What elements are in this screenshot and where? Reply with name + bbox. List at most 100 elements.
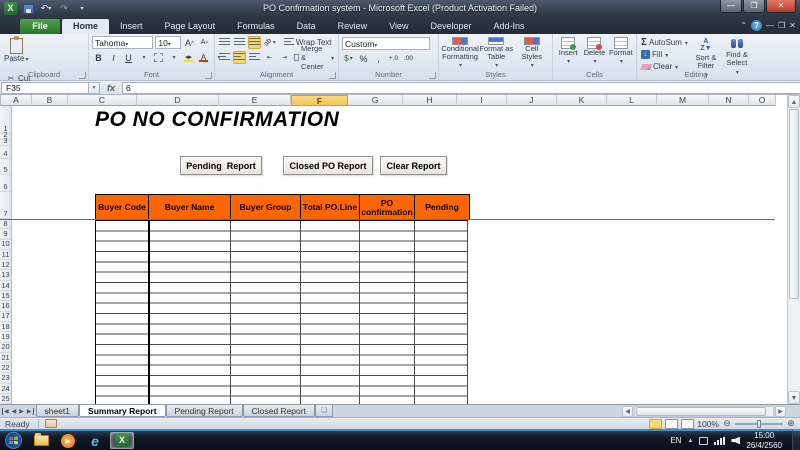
page-layout-view-icon[interactable] xyxy=(665,419,678,429)
insert-cells-button[interactable]: Insert xyxy=(556,36,580,70)
delete-cells-button[interactable]: Delete xyxy=(582,36,606,70)
zoom-slider[interactable] xyxy=(735,423,783,425)
minimize-button[interactable]: — xyxy=(720,0,742,13)
column-header[interactable]: O xyxy=(749,95,776,106)
page-break-view-icon[interactable] xyxy=(681,419,694,429)
name-box-dropdown-icon[interactable]: ▾ xyxy=(89,82,100,94)
horizontal-scrollbar[interactable]: ◀ ▶ xyxy=(622,405,800,417)
po-table-header-cell[interactable]: Buyer Group xyxy=(231,195,301,220)
po-table-header-cell[interactable]: Total PO.Line xyxy=(301,195,360,220)
percent-style-button[interactable]: % xyxy=(357,52,370,65)
sheet-tab[interactable]: Summary Report xyxy=(79,405,166,417)
taskbar-explorer-button[interactable] xyxy=(29,432,53,449)
bottom-align-button[interactable] xyxy=(248,36,261,49)
paste-button[interactable]: Paste xyxy=(3,36,29,71)
row-header[interactable]: 17 xyxy=(0,312,11,322)
increase-indent-button[interactable]: ⇥ xyxy=(278,51,291,64)
next-sheet-icon[interactable]: ▶ xyxy=(19,408,24,415)
scroll-left-icon[interactable]: ◀ xyxy=(622,406,633,417)
fill-color-button[interactable]: ◂▸ xyxy=(182,51,195,64)
vertical-scroll-thumb[interactable] xyxy=(789,109,799,299)
row-header[interactable]: 14 xyxy=(0,281,11,291)
po-table-header-cell[interactable]: Buyer Name xyxy=(149,195,231,220)
align-center-button[interactable] xyxy=(233,51,246,64)
column-header[interactable]: C xyxy=(68,95,137,106)
row-header[interactable]: 8 xyxy=(0,219,11,229)
borders-dropdown[interactable] xyxy=(167,51,180,64)
hidden-icons-icon[interactable]: ▲ xyxy=(687,438,693,444)
underline-button[interactable]: U xyxy=(122,51,135,64)
row-header[interactable]: 6 xyxy=(0,175,11,192)
column-header[interactable]: D xyxy=(137,95,219,106)
taskbar-media-player-button[interactable]: ▶ xyxy=(56,432,80,449)
sheet-canvas[interactable]: PO NO CONFIRMATION Pending ReportClosed … xyxy=(12,106,775,404)
start-button[interactable] xyxy=(0,431,26,450)
ribbon-tab[interactable]: View xyxy=(378,19,419,34)
po-table-header-cell[interactable]: Buyer Code xyxy=(96,195,149,220)
ribbon-tab[interactable]: Data xyxy=(286,19,327,34)
ribbon-tab[interactable]: Formulas xyxy=(226,19,286,34)
report-button[interactable]: Closed PO Report xyxy=(283,156,373,175)
scroll-right-icon[interactable]: ▶ xyxy=(775,406,786,417)
help-icon[interactable]: ? xyxy=(751,20,762,31)
autosum-button[interactable]: ΣAutoSum xyxy=(640,37,689,48)
clipboard-dialog-launcher-icon[interactable] xyxy=(79,72,86,79)
row-header[interactable]: 18 xyxy=(0,322,11,332)
row-header[interactable]: 9 xyxy=(0,229,11,239)
zoom-slider-thumb[interactable] xyxy=(757,420,761,428)
alignment-dialog-launcher-icon[interactable] xyxy=(329,72,336,79)
normal-view-icon[interactable] xyxy=(649,419,662,429)
row-header[interactable]: 4 xyxy=(0,146,11,159)
ribbon-tab[interactable]: Insert xyxy=(109,19,154,34)
italic-button[interactable]: I xyxy=(107,51,120,64)
workbook-close-icon[interactable]: ✕ xyxy=(789,21,796,30)
row-header[interactable]: 19 xyxy=(0,332,11,342)
row-header[interactable]: 22 xyxy=(0,363,11,373)
tab-file[interactable]: File xyxy=(20,19,60,34)
report-button[interactable]: Pending Report xyxy=(180,156,262,175)
tray-clock[interactable]: 15:00 26/4/2560 xyxy=(746,431,782,450)
prev-sheet-icon[interactable]: ◀ xyxy=(12,408,17,415)
first-sheet-icon[interactable]: ◀ xyxy=(2,408,9,415)
fill-button[interactable]: ↓Fill xyxy=(640,49,689,60)
scroll-up-icon[interactable]: ▲ xyxy=(788,95,800,108)
bold-button[interactable]: B xyxy=(92,51,105,64)
font-color-button[interactable]: A xyxy=(197,51,210,64)
orientation-button[interactable]: ab xyxy=(263,36,277,49)
borders-button[interactable] xyxy=(152,51,165,64)
scroll-down-icon[interactable]: ▼ xyxy=(788,391,800,404)
column-header[interactable]: B xyxy=(32,95,68,106)
format-as-table-button[interactable]: Format as Table xyxy=(479,36,514,70)
align-right-button[interactable] xyxy=(248,51,261,64)
action-center-icon[interactable] xyxy=(699,437,708,445)
cell-styles-button[interactable]: Cell Styles xyxy=(515,36,550,70)
ribbon-tab[interactable]: Review xyxy=(327,19,379,34)
insert-worksheet-icon[interactable]: ❏ xyxy=(315,405,333,417)
middle-align-button[interactable] xyxy=(233,36,246,49)
column-header[interactable]: K xyxy=(557,95,607,106)
row-header[interactable]: 16 xyxy=(0,301,11,311)
conditional-formatting-button[interactable]: Conditional Formatting xyxy=(442,36,478,70)
row-header[interactable]: 7 xyxy=(0,192,11,219)
font-dialog-launcher-icon[interactable] xyxy=(205,72,212,79)
restore-button[interactable]: ❐ xyxy=(743,0,765,13)
font-size-select[interactable]: 10 xyxy=(155,36,181,49)
horizontal-scroll-thumb[interactable] xyxy=(636,407,766,416)
close-button[interactable]: ✕ xyxy=(766,0,796,13)
row-header[interactable]: 24 xyxy=(0,384,11,394)
decrease-indent-button[interactable]: ⇤ xyxy=(263,51,276,64)
taskbar-excel-button[interactable]: X xyxy=(110,432,134,449)
table-body[interactable] xyxy=(95,220,468,404)
name-box[interactable]: F35 xyxy=(1,82,89,94)
decrease-decimal-button[interactable]: .00 xyxy=(402,52,415,65)
sheet-tab[interactable]: sheet1 xyxy=(36,405,80,417)
row-header[interactable]: 15 xyxy=(0,291,11,301)
zoom-out-icon[interactable]: ⊖ xyxy=(722,418,732,429)
row-header[interactable]: 21 xyxy=(0,353,11,363)
row-header[interactable]: 25 xyxy=(0,394,11,404)
network-icon[interactable] xyxy=(714,437,725,445)
row-header[interactable]: 13 xyxy=(0,270,11,280)
sheet-tab[interactable]: Closed Report xyxy=(243,405,315,417)
merge-center-button[interactable]: Merge & Center xyxy=(293,52,335,63)
column-header[interactable]: L xyxy=(607,95,657,106)
